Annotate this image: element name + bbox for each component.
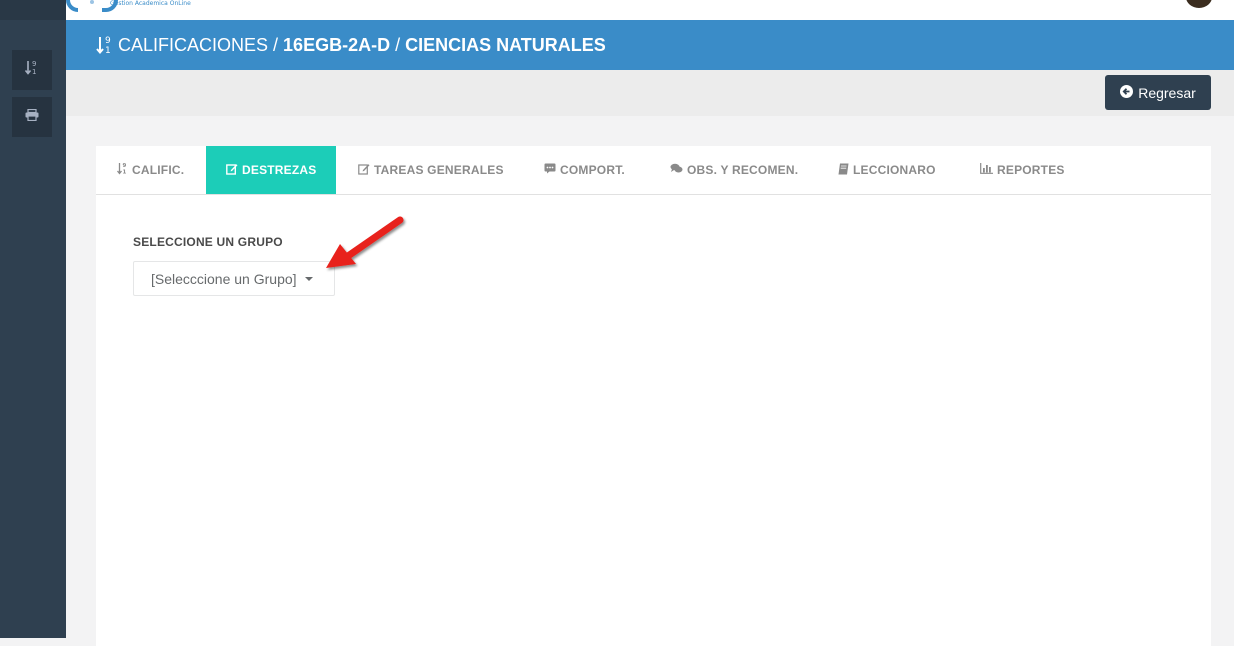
breadcrumb-separator: / [273, 34, 279, 55]
svg-text:1: 1 [123, 170, 127, 176]
tab-tareas-generales[interactable]: TAREAS GENERALES [336, 146, 522, 194]
sort-numeric-icon: 9 1 [116, 162, 128, 178]
main-panel: 9 1 CALIFIC. DESTREZAS TAREAS GENERALES … [96, 146, 1211, 646]
tab-reportes[interactable]: REPORTES [962, 146, 1082, 194]
sort-numeric-icon: 9 1 [96, 34, 114, 56]
sidebar-top [0, 0, 66, 20]
svg-text:9: 9 [123, 163, 127, 169]
comments-icon [670, 163, 683, 177]
svg-text:9: 9 [105, 36, 111, 46]
logo-caption: Gestion Academica OnLine [110, 0, 191, 7]
edit-icon [358, 163, 370, 178]
breadcrumb-separator: / [395, 34, 401, 55]
avatar[interactable] [1186, 0, 1212, 8]
comment-icon [544, 163, 556, 177]
tab-label: LECCIONARO [853, 163, 936, 177]
tab-calific[interactable]: 9 1 CALIFIC. [96, 146, 206, 194]
tab-leccionaro[interactable]: LECCIONARO [820, 146, 962, 194]
group-select-label: SELECCIONE UN GRUPO [133, 235, 283, 249]
print-icon [25, 108, 39, 126]
tab-destrezas[interactable]: DESTREZAS [206, 146, 336, 194]
toolbar: Regresar [66, 70, 1234, 116]
sidebar-print-button[interactable] [12, 97, 52, 137]
tab-bar: 9 1 CALIFIC. DESTREZAS TAREAS GENERALES … [96, 146, 1211, 195]
book-icon [838, 163, 849, 178]
svg-text:9: 9 [32, 60, 36, 68]
tab-label: CALIFIC. [132, 163, 185, 177]
breadcrumb-section: CALIFICACIONES [118, 34, 269, 55]
sidebar-grades-button[interactable]: 9 1 [12, 50, 52, 90]
back-button[interactable]: Regresar [1105, 75, 1211, 110]
tab-obs-recomen[interactable]: OBS. Y RECOMEN. [648, 146, 820, 194]
group-select-dropdown[interactable]: [Selecccione un Grupo] [133, 261, 335, 296]
tab-label: DESTREZAS [242, 163, 317, 177]
tab-label: COMPORT. [560, 163, 625, 177]
edit-icon [226, 163, 238, 178]
svg-text:1: 1 [32, 68, 36, 76]
back-button-label: Regresar [1138, 84, 1196, 101]
svg-text:1: 1 [105, 46, 111, 56]
breadcrumb-course: 16EGB-2A-D [283, 34, 391, 55]
arrow-circle-left-icon [1120, 84, 1134, 101]
annotation-arrow-icon [310, 210, 410, 281]
breadcrumb-subject: CIENCIAS NATURALES [405, 34, 606, 55]
sort-numeric-icon: 9 1 [24, 59, 39, 82]
tab-label: TAREAS GENERALES [374, 163, 504, 177]
sidebar: 9 1 [0, 0, 66, 638]
tab-label: REPORTES [997, 163, 1065, 177]
bar-chart-icon [980, 163, 993, 177]
tab-label: OBS. Y RECOMEN. [687, 163, 799, 177]
group-select-value: [Selecccione un Grupo] [151, 270, 297, 287]
tab-comport[interactable]: COMPORT. [522, 146, 648, 194]
page-title: 9 1 CALIFICACIONES / 16EGB-2A-D / CIENCI… [66, 20, 1234, 70]
top-navbar: Gestion Academica OnLine [66, 0, 1234, 20]
